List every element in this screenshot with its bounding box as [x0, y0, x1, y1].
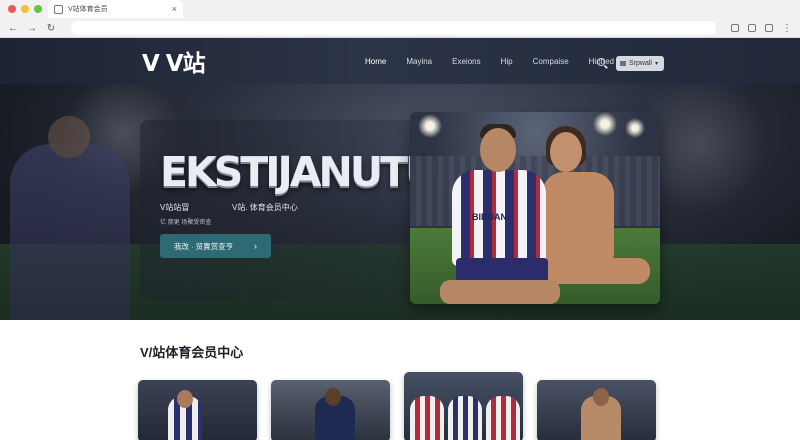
athlete-2-body: [542, 172, 614, 262]
background-player-image: [10, 116, 130, 320]
site-header: V V站 Home Mayina Exeions Hip Compaise Hi…: [0, 38, 800, 84]
extension-icon[interactable]: [731, 24, 739, 32]
card-1-player-head: [177, 390, 193, 408]
site-logo[interactable]: V V站: [142, 44, 206, 78]
athlete-1-legs: [440, 280, 560, 304]
hero-subtitle-right: V站. 体育会员中心: [232, 203, 298, 212]
maximize-window-button[interactable]: [34, 5, 42, 13]
language-select[interactable]: Srpwall ▾: [616, 56, 664, 71]
card-2-player-head: [325, 388, 341, 406]
nav-item-4[interactable]: Hip: [501, 57, 513, 66]
back-icon[interactable]: ←: [8, 23, 18, 34]
main-nav: Home Mayina Exeions Hip Compaise Hintted: [365, 38, 634, 84]
hero-athletes-photo: BIRDAN: [410, 112, 660, 304]
nav-item-5[interactable]: Compaise: [533, 57, 569, 66]
athlete-1-head: [480, 128, 516, 172]
favicon-icon: [54, 4, 63, 14]
browser-tab[interactable]: V站体育会员 ×: [48, 0, 183, 18]
content-card-2[interactable]: [271, 380, 390, 440]
hero-subtitle-left: V站站冒: [160, 203, 190, 212]
forward-icon[interactable]: →: [27, 23, 37, 34]
jersey-text: BIRDAN: [472, 212, 507, 222]
hero-banner: EKSTIJANUTUI V站站冒 V站. 体育会员中心 亿 那更 场聚受密查 …: [0, 84, 800, 320]
chevron-down-icon: ▾: [654, 61, 658, 67]
chevron-right-icon: ›: [254, 241, 257, 251]
browser-toolbar: ← → ↻ ⋮: [0, 18, 800, 38]
window-controls: [8, 5, 42, 13]
card-4-player-head: [593, 388, 609, 406]
menu-icon[interactable]: ⋮: [782, 23, 792, 34]
window-icon[interactable]: [765, 24, 773, 32]
search-icon[interactable]: [597, 58, 605, 66]
card-3-player-a: [410, 396, 444, 440]
card-3-player-b: [448, 396, 482, 440]
athlete-2-legs: [538, 258, 650, 284]
content-card-4[interactable]: [537, 380, 656, 440]
card-3-player-c: [486, 396, 520, 440]
content-card-3[interactable]: [404, 372, 523, 440]
minimize-window-button[interactable]: [21, 5, 29, 13]
nav-item-2[interactable]: Mayina: [406, 57, 432, 66]
tab-title: V站体育会员: [68, 6, 108, 13]
hero-cta-label: 我改 · 贸賣赏查亨: [174, 241, 234, 251]
hero-title: EKSTIJANUTUI: [160, 148, 451, 196]
close-window-button[interactable]: [8, 5, 16, 13]
address-bar[interactable]: [71, 21, 716, 35]
member-center-section: V/站体育会员中心: [0, 320, 800, 440]
section-title: V/站体育会员中心: [140, 345, 244, 360]
hero-cta-button[interactable]: 我改 · 贸賣赏查亨 ›: [160, 234, 271, 258]
reload-icon[interactable]: ↻: [46, 23, 56, 34]
nav-item-3[interactable]: Exeions: [452, 57, 480, 66]
content-card-1[interactable]: [138, 380, 257, 440]
tab-close-icon[interactable]: ×: [172, 4, 177, 14]
flag-icon: [620, 61, 626, 66]
nav-home[interactable]: Home: [365, 57, 386, 66]
athlete-2-head: [550, 132, 582, 172]
profile-icon[interactable]: [748, 24, 756, 32]
browser-chrome: V站体育会员 × ← → ↻ ⋮: [0, 0, 800, 38]
language-label: Srpwall: [629, 60, 652, 67]
hero-note: 亿 那更 场聚受密查: [160, 220, 212, 226]
card-list: [138, 372, 656, 440]
